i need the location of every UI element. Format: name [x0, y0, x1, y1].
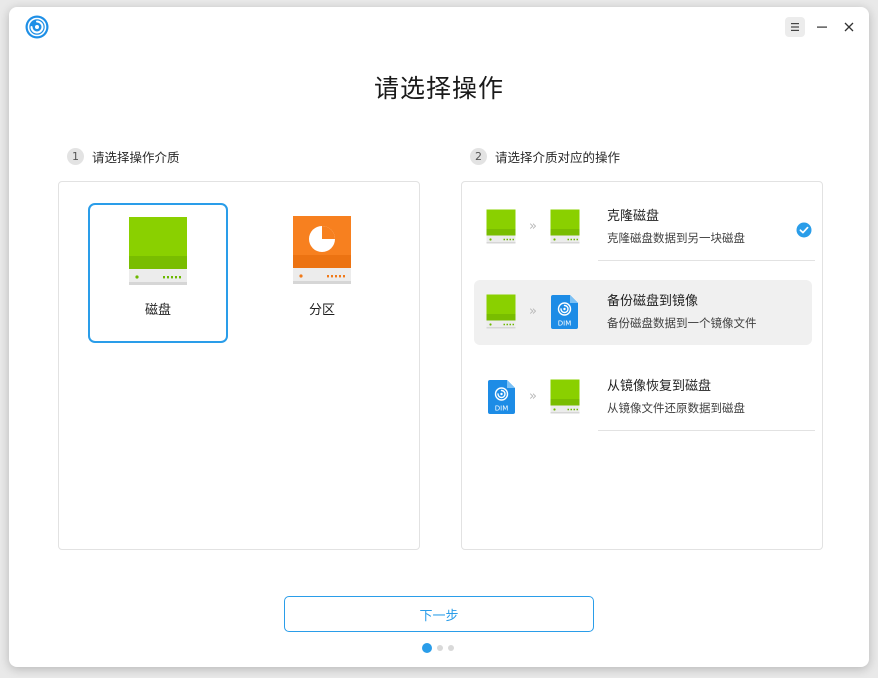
disk-icon — [486, 209, 516, 248]
operation-clone-disk[interactable]: » 克隆磁盘 克隆磁盘数据到另一块磁盘 — [474, 195, 815, 261]
media-card-disk-label: 磁盘 — [144, 303, 171, 318]
dim-image-icon: DIM — [551, 295, 578, 333]
arrow-icon: » — [529, 304, 537, 319]
operation-panel: » 克隆磁盘 克隆磁盘数据到另一块磁盘 » DIM 备份磁盘到镜像 备份磁盘数据… — [461, 181, 823, 550]
step1-number: 1 — [67, 148, 84, 165]
media-card-partition-label: 分区 — [308, 303, 335, 318]
dim-label: DIM — [558, 320, 572, 328]
step2-label: 请选择介质对应的操作 — [495, 150, 621, 165]
page-indicator — [422, 643, 459, 653]
media-panel: 磁盘 分区 — [58, 181, 420, 550]
disk-icon — [550, 379, 580, 418]
operation-description: 备份磁盘数据到一个镜像文件 — [607, 316, 757, 330]
disk-icon — [128, 216, 188, 286]
operation-backup-to-image[interactable]: » DIM 备份磁盘到镜像 备份磁盘数据到一个镜像文件 — [474, 280, 812, 345]
arrow-icon: » — [529, 389, 537, 404]
app-logo-icon — [25, 15, 49, 39]
menu-icon — [791, 23, 799, 31]
operation-title: 备份磁盘到镜像 — [607, 294, 699, 309]
operation-description: 克隆磁盘数据到另一块磁盘 — [607, 231, 745, 245]
page-dot-2[interactable] — [437, 645, 443, 651]
page-dot-3[interactable] — [448, 645, 454, 651]
next-step-button[interactable]: 下一步 — [284, 596, 594, 632]
step2-heading: 2 请选择介质对应的操作 — [470, 147, 620, 166]
close-button[interactable] — [839, 17, 859, 37]
page-title: 请选择操作 — [373, 74, 504, 103]
disk-icon — [550, 209, 580, 248]
check-icon — [796, 222, 812, 238]
close-icon — [844, 22, 854, 32]
page-dot-1[interactable] — [422, 643, 432, 653]
disk-icon — [486, 294, 516, 333]
dim-label: DIM — [495, 405, 509, 413]
operation-restore-from-image[interactable]: DIM » 从镜像恢复到磁盘 从镜像文件还原数据到磁盘 — [474, 365, 815, 431]
media-card-disk[interactable]: 磁盘 — [88, 203, 228, 343]
dim-image-icon: DIM — [488, 380, 515, 418]
menu-button[interactable] — [785, 17, 805, 37]
app-window: 请选择操作 1 请选择操作介质 磁盘 分区 2 请选择介质对应的操作 » 克隆磁… — [9, 7, 869, 667]
step2-number: 2 — [470, 148, 487, 165]
step1-label: 请选择操作介质 — [92, 150, 180, 165]
minimize-icon — [817, 26, 827, 28]
step1-heading: 1 请选择操作介质 — [67, 147, 180, 166]
media-card-partition[interactable]: 分区 — [252, 203, 392, 343]
arrow-icon: » — [529, 219, 537, 234]
divider — [598, 430, 815, 431]
minimize-button[interactable] — [812, 17, 832, 37]
divider — [598, 260, 815, 261]
partition-icon — [292, 215, 352, 285]
operation-title: 克隆磁盘 — [607, 209, 660, 224]
operation-title: 从镜像恢复到磁盘 — [607, 379, 712, 394]
operation-description: 从镜像文件还原数据到磁盘 — [607, 401, 745, 415]
